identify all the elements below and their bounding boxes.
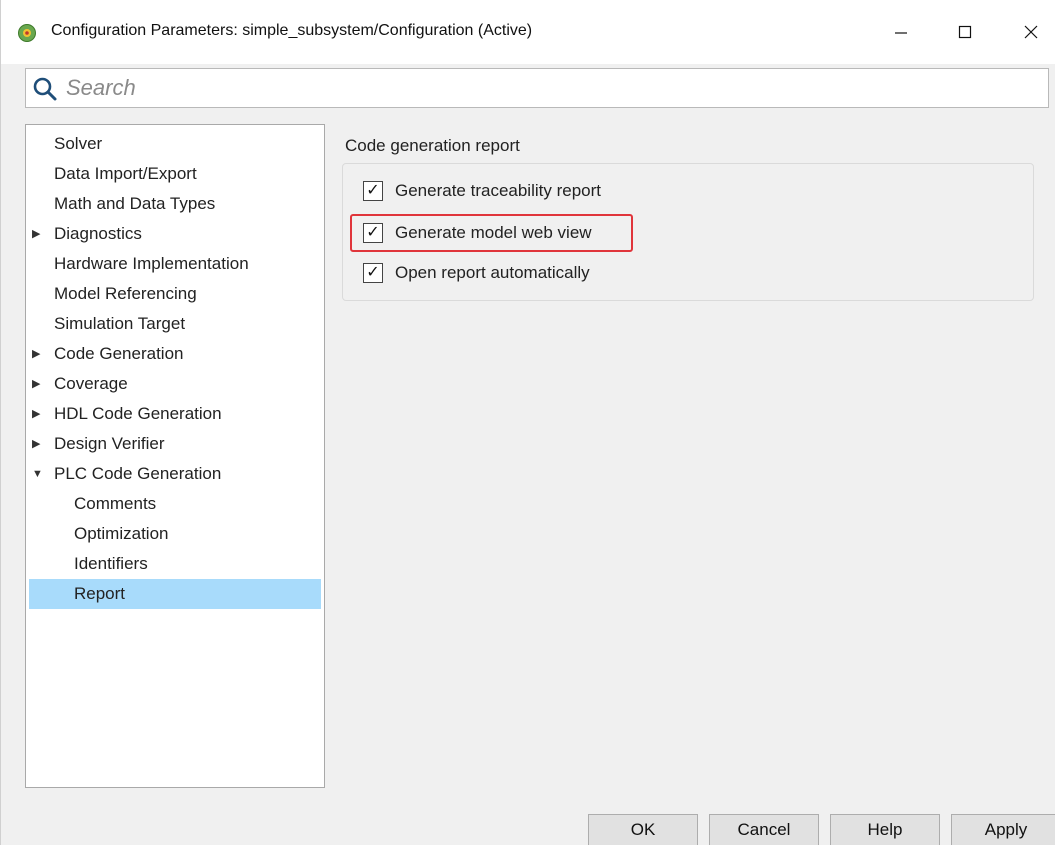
expand-right-icon[interactable]: ▶: [32, 399, 46, 429]
minimize-button[interactable]: [878, 12, 924, 52]
tree-item-label: Code Generation: [54, 344, 184, 363]
search-box[interactable]: [25, 68, 1049, 108]
tree-item-label: Comments: [74, 494, 157, 513]
tree-item-label: Identifiers: [74, 554, 148, 573]
expand-right-icon[interactable]: ▶: [32, 369, 46, 399]
tree-item-design-verifier[interactable]: ▶ Design Verifier: [29, 429, 321, 459]
tree-item-comments[interactable]: Comments: [29, 489, 321, 519]
option-generate-traceability-report[interactable]: ✓ Generate traceability report: [363, 177, 601, 205]
tree-item-code-generation[interactable]: ▶ Code Generation: [29, 339, 321, 369]
tree-item-label: Hardware Implementation: [54, 254, 249, 273]
tree-item-label: Simulation Target: [54, 314, 186, 333]
search-input[interactable]: [66, 73, 1036, 103]
title-bar: Configuration Parameters: simple_subsyst…: [1, 0, 1055, 64]
highlight-box: [350, 214, 633, 252]
tree-item-data-import-export[interactable]: Data Import/Export: [29, 159, 321, 189]
expand-right-icon[interactable]: ▶: [32, 339, 46, 369]
tree-item-label: Diagnostics: [54, 224, 142, 243]
tree-item-label: Design Verifier: [54, 434, 165, 453]
checkbox-label: Generate traceability report: [395, 181, 601, 200]
tree-item-model-referencing[interactable]: Model Referencing: [29, 279, 321, 309]
tree-item-identifiers[interactable]: Identifiers: [29, 549, 321, 579]
tree-item-label: Report: [74, 584, 126, 603]
tree-item-optimization[interactable]: Optimization: [29, 519, 321, 549]
tree-item-label: Data Import/Export: [54, 164, 197, 183]
tree-item-label: Optimization: [74, 524, 169, 543]
checkbox-label: Open report automatically: [395, 263, 590, 282]
tree-item-solver[interactable]: Solver: [29, 129, 321, 159]
expand-right-icon[interactable]: ▶: [32, 219, 46, 249]
tree-item-label: Coverage: [54, 374, 128, 393]
tree-item-math-and-data-types[interactable]: Math and Data Types: [29, 189, 321, 219]
apply-button[interactable]: Apply: [951, 814, 1055, 845]
tree-item-coverage[interactable]: ▶ Coverage: [29, 369, 321, 399]
simulink-config-icon: [17, 23, 37, 43]
tree-item-simulation-target[interactable]: Simulation Target: [29, 309, 321, 339]
configuration-dialog: Configuration Parameters: simple_subsyst…: [0, 0, 1055, 845]
maximize-button[interactable]: [942, 12, 988, 52]
tree-item-label: Model Referencing: [54, 284, 197, 303]
close-icon: [1024, 25, 1038, 39]
close-button[interactable]: [1008, 12, 1054, 52]
option-open-report-automatically[interactable]: ✓ Open report automatically: [363, 259, 590, 287]
tree-item-diagnostics[interactable]: ▶ Diagnostics: [29, 219, 321, 249]
category-tree[interactable]: Solver Data Import/Export Math and Data Ty…: [25, 124, 325, 788]
minimize-icon: [895, 32, 907, 34]
section-title: Code generation report: [345, 136, 520, 155]
maximize-icon: [958, 25, 972, 39]
tree-item-hdl-code-generation[interactable]: ▶ HDL Code Generation: [29, 399, 321, 429]
tree-item-report[interactable]: Report: [29, 579, 321, 609]
expand-right-icon[interactable]: ▶: [32, 429, 46, 459]
ok-button[interactable]: OK: [588, 814, 698, 845]
tree-item-label: Math and Data Types: [54, 194, 216, 213]
checkmark-icon: ✓: [366, 182, 380, 199]
tree-item-label: PLC Code Generation: [54, 464, 222, 483]
tree-item-label: Solver: [54, 134, 103, 153]
checkmark-icon: ✓: [366, 264, 380, 281]
cancel-button[interactable]: Cancel: [709, 814, 819, 845]
expand-down-icon[interactable]: ▼: [32, 459, 46, 489]
checkbox-open-report-automatically[interactable]: ✓: [363, 263, 383, 283]
tree-item-plc-code-generation[interactable]: ▼ PLC Code Generation: [29, 459, 321, 489]
help-button[interactable]: Help: [830, 814, 940, 845]
checkbox-traceability-report[interactable]: ✓: [363, 181, 383, 201]
search-icon: [32, 76, 58, 102]
window-title: Configuration Parameters: simple_subsyst…: [51, 22, 533, 39]
tree-item-label: HDL Code Generation: [54, 404, 222, 423]
tree-item-hardware-implementation[interactable]: Hardware Implementation: [29, 249, 321, 279]
